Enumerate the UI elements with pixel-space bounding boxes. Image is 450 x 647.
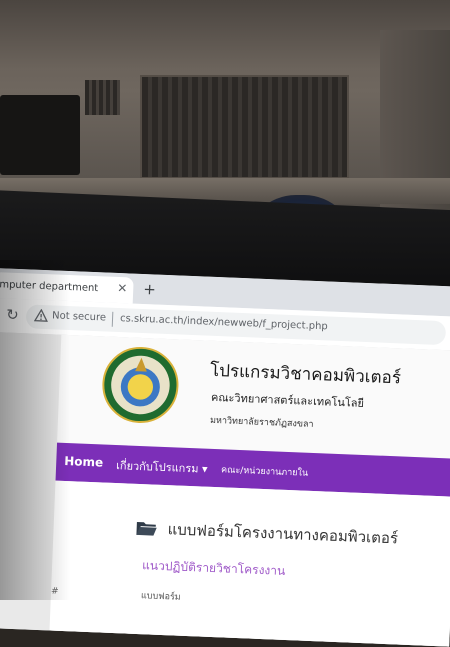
omnibox-divider: [112, 312, 114, 327]
wall-vent-small: [85, 80, 120, 115]
main-content: แบบฟอร์มโครงงานทางคอมพิวเตอร์ แนวปฏิบัติ…: [49, 481, 450, 647]
form-label: แบบฟอร์ม: [141, 588, 181, 604]
section-subtitle[interactable]: แนวปฏิบัติรายวิชาโครงงาน: [142, 556, 286, 581]
reload-icon[interactable]: ↻: [6, 306, 19, 324]
site-header: โปรแกรมวิชาคอมพิวเตอร์ คณะวิทยาศาสตร์และ…: [57, 335, 450, 459]
wall-vent: [140, 75, 349, 179]
tab-title: mputer department: [0, 279, 98, 294]
site-title[interactable]: โปรแกรมวิชาคอมพิวเตอร์: [210, 357, 402, 392]
university-seal-logo[interactable]: [100, 344, 181, 425]
row-marker: #: [51, 587, 59, 597]
university-name: มหาวิทยาลัยราชภัฏสงขลา: [210, 413, 314, 431]
nav-faculty-units[interactable]: คณะ/หน่วยงานภายใน: [221, 462, 309, 479]
faculty-name: คณะวิทยาศาสตร์และเทคโนโลยี: [211, 388, 365, 412]
nav-home[interactable]: Home: [64, 454, 103, 470]
browser-window: mputer department ✕ + ↻ Not secure cs.sk…: [0, 268, 450, 647]
page-heading: แบบฟอร์มโครงงานทางคอมพิวเตอร์: [167, 517, 398, 550]
wall-monitor: [0, 95, 80, 175]
nav-about-dropdown[interactable]: เกี่ยวกับโปรแกรม ▾: [116, 456, 208, 478]
plus-icon[interactable]: +: [143, 280, 156, 298]
url-text[interactable]: cs.skru.ac.th/index/newweb/f_project.php: [120, 313, 328, 332]
security-label: Not secure: [52, 310, 106, 323]
warning-icon[interactable]: [34, 309, 49, 324]
folder-open-icon: [135, 520, 158, 537]
close-icon[interactable]: ✕: [117, 281, 128, 295]
web-page: โปรแกรมวิชาคอมพิวเตอร์ คณะวิทยาศาสตร์และ…: [0, 332, 450, 647]
